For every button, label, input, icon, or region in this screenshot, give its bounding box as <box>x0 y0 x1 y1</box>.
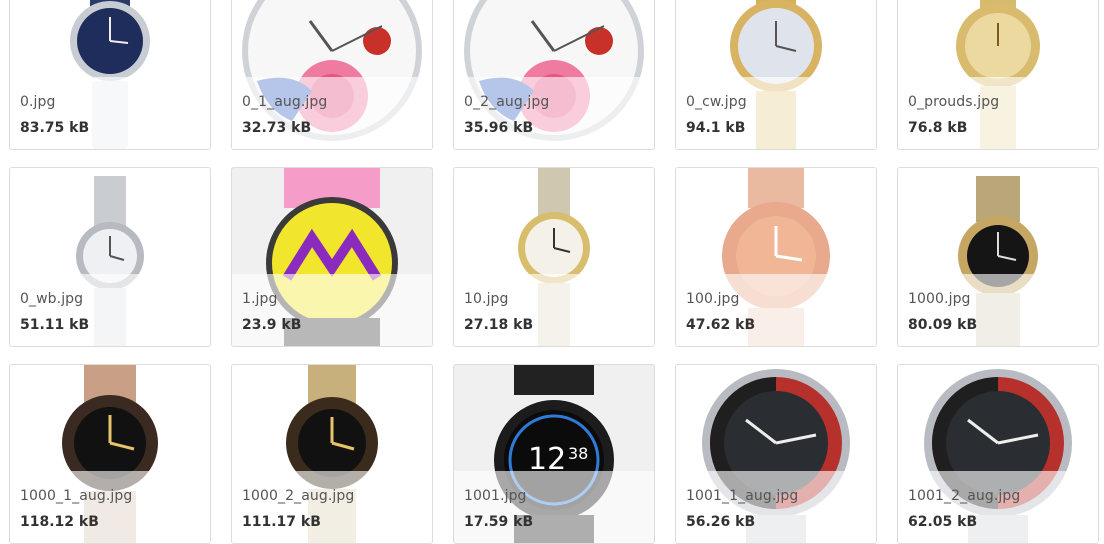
file-size: 83.75 kB <box>20 120 90 136</box>
file-name: 0_prouds.jpg <box>908 94 1000 110</box>
file-card[interactable]: 0.jpg 83.75 kB <box>9 0 211 150</box>
file-size: 32.73 kB <box>242 120 312 136</box>
file-name: 1000_2_aug.jpg <box>242 488 355 504</box>
file-name: 0.jpg <box>20 94 56 110</box>
file-name: 10.jpg <box>464 291 509 307</box>
file-name: 1001_2_aug.jpg <box>908 488 1021 504</box>
file-size: 111.17 kB <box>242 514 321 530</box>
file-card[interactable]: 0_2_aug.jpg 35.96 kB <box>453 0 655 150</box>
file-size: 56.26 kB <box>686 514 756 530</box>
file-name: 0_1_aug.jpg <box>242 94 328 110</box>
file-card[interactable]: 0_cw.jpg 94.1 kB <box>675 0 877 150</box>
file-size: 35.96 kB <box>464 120 534 136</box>
file-size: 80.09 kB <box>908 317 978 333</box>
file-card[interactable]: 1001_2_aug.jpg 62.05 kB <box>897 364 1099 544</box>
file-name: 1001.jpg <box>464 488 527 504</box>
file-size: 23.9 kB <box>242 317 302 333</box>
file-name: 1000_1_aug.jpg <box>20 488 133 504</box>
file-name: 0_wb.jpg <box>20 291 84 307</box>
file-size: 94.1 kB <box>686 120 746 136</box>
file-name: 1.jpg <box>242 291 278 307</box>
file-name: 1001_1_aug.jpg <box>686 488 799 504</box>
svg-text:38: 38 <box>568 444 588 463</box>
file-size: 118.12 kB <box>20 514 99 530</box>
file-card[interactable]: 0_prouds.jpg 76.8 kB <box>897 0 1099 150</box>
file-size: 76.8 kB <box>908 120 968 136</box>
file-name: 0_2_aug.jpg <box>464 94 550 110</box>
file-card[interactable]: 1.jpg 23.9 kB <box>231 167 433 347</box>
file-size: 62.05 kB <box>908 514 978 530</box>
file-size: 47.62 kB <box>686 317 756 333</box>
file-card[interactable]: 1000_2_aug.jpg 111.17 kB <box>231 364 433 544</box>
file-card[interactable]: 0_1_aug.jpg 32.73 kB <box>231 0 433 150</box>
file-card[interactable]: 1000.jpg 80.09 kB <box>897 167 1099 347</box>
file-name: 100.jpg <box>686 291 740 307</box>
file-size: 51.11 kB <box>20 317 90 333</box>
file-name: 1000.jpg <box>908 291 971 307</box>
file-card[interactable]: 1000_1_aug.jpg 118.12 kB <box>9 364 211 544</box>
file-size: 27.18 kB <box>464 317 534 333</box>
file-card[interactable]: 1001_1_aug.jpg 56.26 kB <box>675 364 877 544</box>
file-name: 0_cw.jpg <box>686 94 747 110</box>
file-card[interactable]: 12 38 1001.jpg 17.59 kB <box>453 364 655 544</box>
file-card[interactable]: 100.jpg 47.62 kB <box>675 167 877 347</box>
file-card[interactable]: 10.jpg 27.18 kB <box>453 167 655 347</box>
file-card[interactable]: 0_wb.jpg 51.11 kB <box>9 167 211 347</box>
file-size: 17.59 kB <box>464 514 534 530</box>
